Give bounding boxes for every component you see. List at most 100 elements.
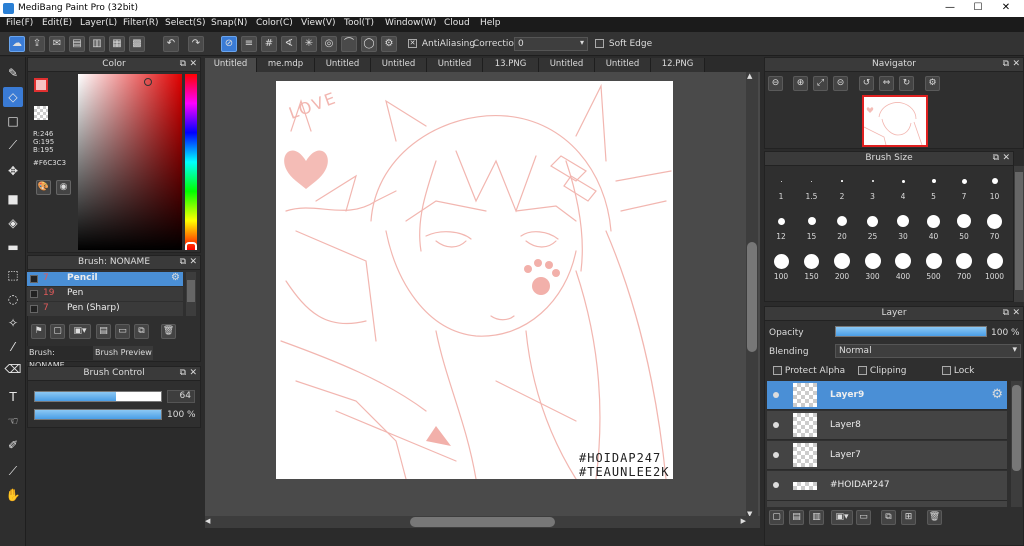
popout-icon[interactable]: ⧉	[993, 153, 999, 163]
brush-size-value[interactable]: 64	[167, 390, 195, 403]
line-tool-icon[interactable]: ⟋	[3, 135, 23, 155]
visibility-icon[interactable]	[773, 452, 779, 458]
brush-size-option[interactable]: 5	[920, 170, 948, 206]
menu-help[interactable]: Help	[480, 18, 501, 28]
transparent-swatch[interactable]	[34, 106, 48, 120]
snap-vanish-icon[interactable]: ∢	[281, 36, 297, 52]
brush-size-option[interactable]: 20	[828, 210, 856, 246]
duplicate-icon[interactable]: ⧉	[134, 324, 149, 339]
grid-icon[interactable]: ▩	[129, 36, 145, 52]
snap-parallel-icon[interactable]: ≡	[241, 36, 257, 52]
menu-window[interactable]: Window(W)	[385, 18, 436, 28]
popout-icon[interactable]: ⧉	[180, 368, 186, 378]
gear-icon[interactable]: ⚙	[171, 272, 180, 283]
protect-alpha-checkbox[interactable]	[773, 366, 782, 375]
merge-layer-icon[interactable]: ⊞	[901, 510, 916, 525]
brush-size-option[interactable]: 2	[828, 170, 856, 206]
brush-add-icon[interactable]: ⚑	[31, 324, 46, 339]
brush-size-option[interactable]: 70	[981, 210, 1009, 246]
navigator-settings-icon[interactable]: ⚙	[925, 76, 940, 91]
layer-opacity-slider[interactable]	[835, 326, 987, 337]
magic-wand-icon[interactable]: ✧	[3, 313, 23, 333]
foreground-color-swatch[interactable]	[34, 78, 48, 92]
brush-size-option[interactable]: 400	[889, 250, 917, 286]
rotate-right-icon[interactable]: ↻	[899, 76, 914, 91]
maximize-button[interactable]: ☐	[966, 2, 990, 14]
trash-icon[interactable]: 🗑	[927, 510, 942, 525]
undo-icon[interactable]: ↶	[163, 36, 179, 52]
close-icon[interactable]: ✕	[189, 257, 197, 267]
soft-edge-checkbox[interactable]	[595, 39, 604, 48]
brush-list-scrollbar[interactable]	[186, 272, 196, 316]
scroll-right-icon[interactable]: ▶	[741, 517, 746, 525]
menu-select[interactable]: Select(S)	[165, 18, 206, 28]
scroll-thumb[interactable]	[1012, 385, 1021, 471]
divide-tool-icon[interactable]: ✐	[3, 435, 23, 455]
page-manage-icon[interactable]: ▦	[109, 36, 125, 52]
page-icon[interactable]: ▥	[89, 36, 105, 52]
layer-row[interactable]: Layer9 ⚙	[767, 381, 1007, 410]
close-icon[interactable]: ✕	[1012, 59, 1020, 69]
brush-size-option[interactable]: 15	[798, 210, 826, 246]
brush-new-icon[interactable]: ▢	[50, 324, 65, 339]
layer-row[interactable]: Layer7	[767, 441, 1007, 470]
eraser-tool-icon[interactable]: ◇	[3, 87, 23, 107]
close-icon[interactable]: ✕	[1012, 308, 1020, 318]
gear-icon[interactable]: ⚙	[991, 387, 1003, 402]
brush-item-pen[interactable]: 19 Pen	[27, 287, 183, 301]
clipping-checkbox[interactable]	[858, 366, 867, 375]
duplicate-layer-icon[interactable]: ⧉	[881, 510, 896, 525]
brush-size-option[interactable]: 30	[889, 210, 917, 246]
snap-curve-icon[interactable]: ⌒	[341, 36, 357, 52]
antialiasing-checkbox[interactable]: ✕	[408, 39, 417, 48]
brush-tool-icon[interactable]: ✎	[3, 63, 23, 83]
snap-radial-icon[interactable]: ✳	[301, 36, 317, 52]
correction-select[interactable]: 0 ▾	[514, 37, 588, 51]
snap-off-icon[interactable]: ⊘	[221, 36, 237, 52]
color-settings-icon[interactable]: ◉	[56, 180, 71, 195]
snap-ellipse-icon[interactable]: ◯	[361, 36, 377, 52]
picker-cursor[interactable]	[144, 78, 152, 86]
menu-color[interactable]: Color(C)	[256, 18, 293, 28]
brush-size-option[interactable]: 50	[950, 210, 978, 246]
popout-icon[interactable]: ⧉	[180, 59, 186, 69]
menu-cloud[interactable]: Cloud	[444, 18, 470, 28]
tab-document[interactable]: 12.PNG	[651, 58, 705, 72]
tab-document[interactable]: Untitled	[371, 58, 427, 72]
brush-size-option[interactable]: 150	[798, 250, 826, 286]
layer-row[interactable]: Layer8	[767, 411, 1007, 440]
new-layer-icon[interactable]: ▢	[769, 510, 784, 525]
tab-brush[interactable]: Brush: NONAME	[27, 346, 93, 370]
brush-size-option[interactable]: 1000	[981, 250, 1009, 286]
document-icon[interactable]: ▤	[69, 36, 85, 52]
drawing-canvas[interactable]: LOVE #HOIDAP247 #TEAUNLEE2K	[276, 81, 673, 479]
brush-size-option[interactable]: 40	[920, 210, 948, 246]
shape-tool-icon[interactable]: ■	[3, 189, 23, 209]
hue-handle[interactable]	[185, 242, 197, 250]
rotate-left-icon[interactable]: ↺	[859, 76, 874, 91]
brush-size-option[interactable]: 4	[889, 170, 917, 206]
brush-size-option[interactable]: 100	[767, 250, 795, 286]
zoom-reset-icon[interactable]: ⊝	[833, 76, 848, 91]
fit-icon[interactable]: ⤢	[813, 76, 828, 91]
menu-filter[interactable]: Filter(R)	[123, 18, 159, 28]
menu-layer[interactable]: Layer(L)	[80, 18, 117, 28]
zoom-in-icon[interactable]: ⊕	[793, 76, 808, 91]
brush-size-scrollbar[interactable]	[1014, 166, 1024, 302]
menu-tool[interactable]: Tool(T)	[344, 18, 374, 28]
scroll-thumb[interactable]	[187, 280, 195, 302]
hue-slider[interactable]	[185, 74, 197, 250]
menu-snap[interactable]: Snap(N)	[211, 18, 247, 28]
menu-view[interactable]: View(V)	[301, 18, 336, 28]
layer-row[interactable]: #HOIDAP247	[767, 471, 1007, 501]
brush-dropdown-icon[interactable]: ▣▾	[69, 324, 91, 339]
popout-icon[interactable]: ⧉	[1003, 308, 1009, 318]
brush-copy-icon[interactable]: ▤	[96, 324, 111, 339]
menu-file[interactable]: File(F)	[6, 18, 33, 28]
lasso-tool-icon[interactable]: ◌	[3, 289, 23, 309]
vertical-scroll-thumb[interactable]	[747, 242, 757, 352]
new-8bit-layer-icon[interactable]: ▥	[809, 510, 824, 525]
close-icon[interactable]: ✕	[189, 59, 197, 69]
minimize-button[interactable]: —	[938, 2, 962, 14]
folder-icon[interactable]: ▭	[856, 510, 871, 525]
